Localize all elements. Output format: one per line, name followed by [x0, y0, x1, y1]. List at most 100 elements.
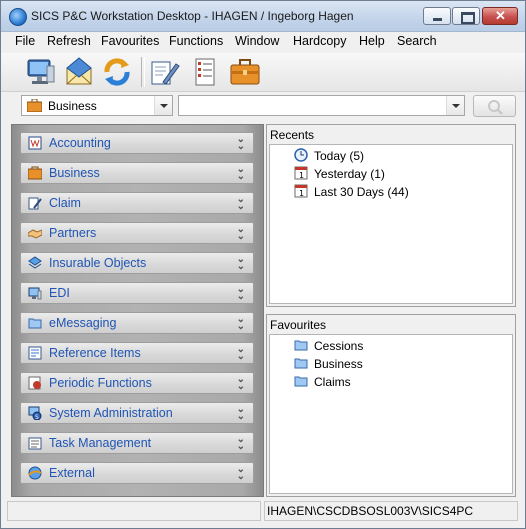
list-item[interactable]: Today (5) — [270, 148, 512, 164]
menu-search[interactable]: Search — [397, 34, 437, 48]
briefcase-icon — [28, 166, 42, 180]
nav-reference-items[interactable]: Reference Items ⌄ ⌄ — [20, 342, 254, 364]
navigation-panel: Accounting ⌄ ⌄ Business ⌄ ⌄ Claim ⌄ ⌄ Partn… — [11, 124, 264, 497]
toolbar — [1, 53, 525, 92]
status-pane-left — [7, 501, 261, 521]
nav-label: Accounting — [49, 136, 111, 150]
menu-functions[interactable]: Functions — [169, 34, 223, 48]
address-bar: Business — [1, 92, 525, 121]
search-combo[interactable] — [178, 95, 465, 116]
chevron-down-icon: ⌄ ⌄ — [236, 404, 245, 422]
list-item[interactable]: Cessions — [270, 338, 512, 354]
app-logo-icon — [9, 8, 27, 26]
chevron-down-icon: ⌄ ⌄ — [236, 164, 245, 182]
nav-label: Insurable Objects — [49, 256, 147, 270]
minimize-icon — [433, 18, 442, 21]
menu-help[interactable]: Help — [359, 34, 385, 48]
desktop-icon[interactable] — [25, 56, 57, 88]
close-icon: ✕ — [495, 8, 506, 23]
svg-text:S: S — [35, 414, 39, 420]
favourites-panel: Favourites Cessions Business Claims — [266, 314, 516, 497]
status-pane-right: IHAGEN\CSCDBSOSL003V\SICS4PC — [264, 501, 518, 521]
nav-periodic-functions[interactable]: Periodic Functions ⌄ ⌄ — [20, 372, 254, 394]
chevron-down-icon: ⌄ ⌄ — [236, 224, 245, 242]
svg-text:1: 1 — [299, 171, 304, 180]
nav-system-administration[interactable]: S System Administration ⌄ ⌄ — [20, 402, 254, 424]
nav-partners[interactable]: Partners ⌄ ⌄ — [20, 222, 254, 244]
favourite-label: Claims — [314, 375, 351, 389]
chevron-down-icon: ⌄ ⌄ — [236, 284, 245, 302]
admin-icon: S — [28, 406, 42, 420]
list-item[interactable]: 1 Last 30 Days (44) — [270, 184, 512, 200]
edi-icon — [28, 287, 42, 300]
nav-label: External — [49, 466, 95, 480]
chevron-down-icon: ⌄ ⌄ — [236, 134, 245, 152]
task-icon — [28, 437, 42, 450]
nav-label: Partners — [49, 226, 97, 240]
status-bar: IHAGEN\CSCDBSOSL003V\SICS4PC — [1, 498, 525, 526]
refresh-icon[interactable] — [101, 56, 133, 88]
folder-icon — [294, 358, 308, 369]
nav-label: Task Management — [49, 436, 152, 450]
folder-icon — [294, 376, 308, 387]
nav-label: eMessaging — [49, 316, 117, 330]
menu-file[interactable]: File — [15, 34, 35, 48]
nav-accounting[interactable]: Accounting ⌄ ⌄ — [20, 132, 254, 154]
status-connection-text: IHAGEN\CSCDBSOSL003V\SICS4PC — [267, 504, 474, 518]
mail-icon[interactable] — [63, 56, 95, 88]
favourite-label: Cessions — [314, 339, 364, 353]
search-icon — [488, 100, 503, 115]
title-bar: SICS P&C Workstation Desktop - IHAGEN / … — [1, 1, 525, 32]
nav-label: Business — [49, 166, 100, 180]
chevron-down-icon: ⌄ ⌄ — [236, 374, 245, 392]
nav-emessaging[interactable]: eMessaging ⌄ ⌄ — [20, 312, 254, 334]
nav-edi[interactable]: EDI ⌄ ⌄ — [20, 282, 254, 304]
recents-panel: Recents Today (5) 1 Yesterday (1) 1 Last… — [266, 124, 516, 307]
external-icon — [28, 466, 42, 480]
recents-list: Today (5) 1 Yesterday (1) 1 Last 30 Days… — [269, 144, 513, 304]
menu-hardcopy[interactable]: Hardcopy — [293, 34, 347, 48]
menu-favourites[interactable]: Favourites — [101, 34, 159, 48]
chevron-down-icon: ⌄ ⌄ — [236, 344, 245, 362]
insurable-objects-icon — [28, 256, 42, 269]
accounting-icon — [28, 136, 42, 150]
list-icon[interactable] — [189, 56, 221, 88]
nav-external[interactable]: External ⌄ ⌄ — [20, 462, 254, 484]
menu-refresh[interactable]: Refresh — [47, 34, 91, 48]
edit-document-icon[interactable] — [149, 56, 181, 88]
list-item[interactable]: Claims — [270, 374, 512, 390]
favourite-label: Business — [314, 357, 363, 371]
app-window: SICS P&C Workstation Desktop - IHAGEN / … — [0, 0, 526, 529]
nav-task-management[interactable]: Task Management ⌄ ⌄ — [20, 432, 254, 454]
nav-claim[interactable]: Claim ⌄ ⌄ — [20, 192, 254, 214]
menu-window[interactable]: Window — [235, 34, 279, 48]
toolbar-separator — [141, 57, 145, 87]
maximize-button[interactable] — [452, 7, 480, 25]
list-item[interactable]: Business — [270, 356, 512, 372]
nav-label: Claim — [49, 196, 81, 210]
clock-icon — [294, 148, 308, 162]
nav-label: System Administration — [49, 406, 173, 420]
minimize-button[interactable] — [423, 7, 451, 25]
close-button[interactable]: ✕ — [482, 7, 518, 25]
context-select[interactable]: Business — [21, 95, 173, 116]
recent-label: Last 30 Days (44) — [314, 185, 409, 199]
folder-icon — [294, 340, 308, 351]
recents-title: Recents — [270, 128, 315, 142]
list-item[interactable]: 1 Yesterday (1) — [270, 166, 512, 182]
nav-business[interactable]: Business ⌄ ⌄ — [20, 162, 254, 184]
nav-insurable-objects[interactable]: Insurable Objects ⌄ ⌄ — [20, 252, 254, 274]
briefcase-icon[interactable] — [229, 56, 261, 88]
chevron-down-icon[interactable] — [154, 96, 172, 115]
svg-text:1: 1 — [299, 189, 304, 198]
search-button[interactable] — [473, 95, 516, 117]
chevron-down-icon[interactable] — [446, 96, 464, 115]
context-select-value: Business — [48, 99, 97, 113]
recent-label: Yesterday (1) — [314, 167, 385, 181]
chevron-down-icon: ⌄ ⌄ — [236, 194, 245, 212]
chevron-down-icon: ⌄ ⌄ — [236, 434, 245, 452]
menu-bar: File Refresh Favourites Functions Window… — [1, 32, 525, 52]
chevron-down-icon: ⌄ ⌄ — [236, 464, 245, 482]
chevron-down-icon: ⌄ ⌄ — [236, 314, 245, 332]
calendar-icon: 1 — [294, 166, 308, 180]
